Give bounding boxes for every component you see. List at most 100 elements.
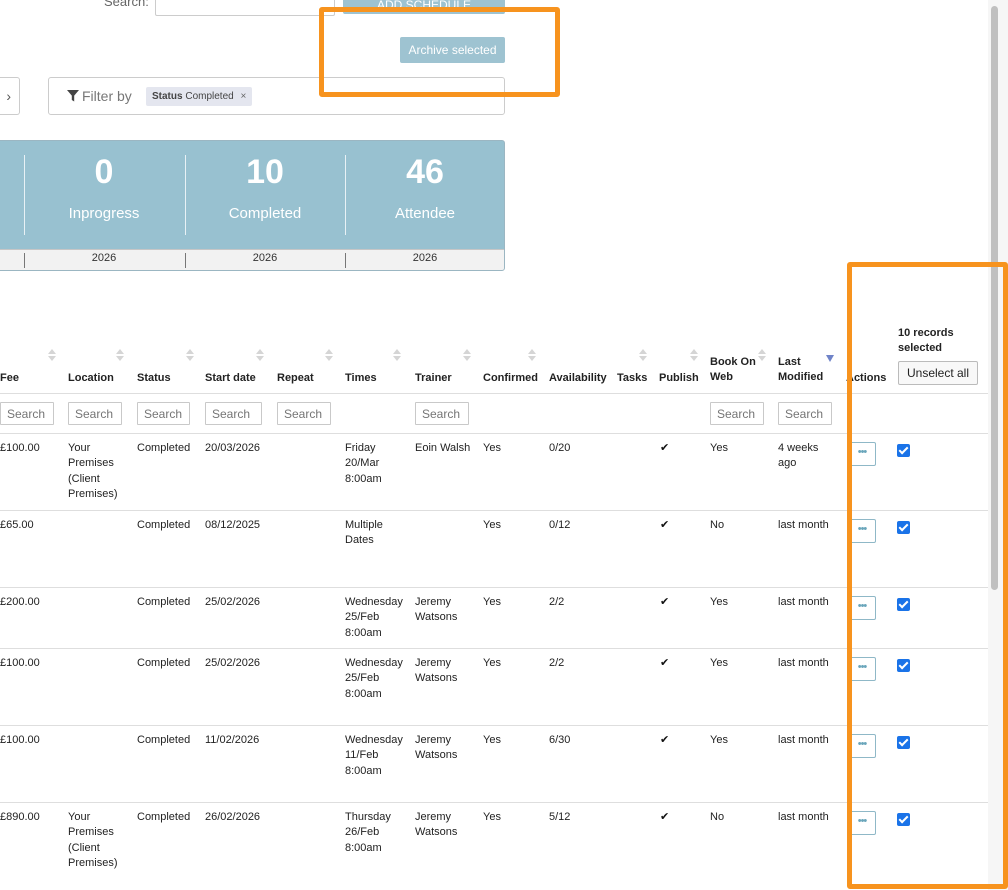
cell-last-modified: last month bbox=[778, 656, 829, 671]
row-divider bbox=[0, 587, 988, 588]
cell-line: Multiple bbox=[345, 519, 383, 531]
header-last-modified[interactable]: Last Modified bbox=[778, 355, 823, 385]
cell-book-on-web: Yes bbox=[710, 657, 728, 669]
sort-icon[interactable] bbox=[463, 349, 471, 363]
header-repeat[interactable]: Repeat bbox=[277, 371, 314, 386]
row-select-checkbox[interactable] bbox=[897, 521, 910, 534]
sort-icon[interactable] bbox=[116, 349, 124, 363]
row-actions-button[interactable]: ••• bbox=[848, 734, 876, 758]
header-status[interactable]: Status bbox=[137, 371, 171, 386]
cell-line: 8:00am bbox=[345, 472, 382, 485]
header-tasks[interactable]: Tasks bbox=[617, 371, 647, 386]
cell-line: 8:00am bbox=[345, 841, 382, 854]
search-status-input[interactable] bbox=[137, 402, 190, 425]
search-fee-input[interactable] bbox=[0, 402, 54, 425]
cell-status: Completed bbox=[137, 734, 191, 746]
cell-confirmed: Yes bbox=[483, 657, 501, 669]
sort-icon[interactable] bbox=[48, 349, 56, 363]
sort-icon[interactable] bbox=[528, 349, 536, 363]
cell-last-modified: 4 weeks ago bbox=[778, 441, 818, 472]
schedules-table: Fee Location Status Start date Repeat Ti… bbox=[0, 0, 988, 890]
cell-line: Premises bbox=[68, 457, 114, 470]
cell-line: 26/Feb bbox=[345, 826, 380, 839]
publish-check-icon: ✔ bbox=[660, 519, 670, 531]
cell-line: 25/Feb bbox=[345, 672, 380, 685]
row-divider bbox=[0, 725, 988, 726]
cell-line: last month bbox=[778, 596, 829, 608]
row-actions-button[interactable]: ••• bbox=[848, 442, 876, 466]
sort-icon[interactable] bbox=[393, 349, 401, 363]
header-start-date[interactable]: Start date bbox=[205, 371, 256, 386]
sort-icon[interactable] bbox=[690, 349, 698, 363]
cell-times: Wednesday 25/Feb 8:00am bbox=[345, 656, 403, 702]
cell-book-on-web: No bbox=[710, 811, 725, 823]
sort-icon[interactable] bbox=[186, 349, 194, 363]
cell-line: Premises) bbox=[68, 488, 118, 501]
sort-icon[interactable] bbox=[639, 349, 647, 363]
search-repeat-input[interactable] bbox=[277, 402, 331, 425]
header-fee[interactable]: Fee bbox=[0, 371, 19, 386]
cell-fee: £100.00 bbox=[0, 657, 40, 669]
row-select-checkbox[interactable] bbox=[897, 659, 910, 672]
row-actions-button[interactable]: ••• bbox=[848, 596, 876, 620]
cell-availability: 0/12 bbox=[549, 519, 571, 531]
header-times[interactable]: Times bbox=[345, 371, 377, 386]
selection-count-line1: 10 records bbox=[898, 327, 954, 339]
cell-start-date: 25/02/2026 bbox=[205, 657, 261, 669]
scrollbar-thumb[interactable] bbox=[991, 6, 998, 590]
cell-line: last month bbox=[778, 734, 829, 746]
publish-check-icon: ✔ bbox=[660, 734, 670, 746]
cell-trainer: Eoin Walsh bbox=[415, 441, 470, 456]
row-actions-button[interactable]: ••• bbox=[848, 811, 876, 835]
search-last-modified-input[interactable] bbox=[778, 402, 832, 425]
cell-line: 8:00am bbox=[345, 764, 382, 777]
cell-line: Watsons bbox=[415, 672, 458, 685]
cell-line: Watsons bbox=[415, 611, 458, 624]
row-select-checkbox[interactable] bbox=[897, 736, 910, 749]
header-book-on-web[interactable]: Book On Web bbox=[710, 355, 756, 385]
cell-line: ago bbox=[778, 457, 797, 470]
row-select-checkbox[interactable] bbox=[897, 444, 910, 457]
cell-line: Dates bbox=[345, 534, 374, 547]
sort-icon[interactable] bbox=[758, 349, 766, 363]
header-confirmed[interactable]: Confirmed bbox=[483, 371, 538, 386]
row-actions-button[interactable]: ••• bbox=[848, 519, 876, 543]
cell-line: Watsons bbox=[415, 749, 458, 762]
header-actions: Actions bbox=[846, 372, 887, 384]
cell-line: last month bbox=[778, 811, 829, 823]
row-divider bbox=[0, 802, 988, 803]
header-availability[interactable]: Availability bbox=[549, 371, 607, 386]
cell-line: Jeremy bbox=[415, 734, 452, 746]
row-select-checkbox[interactable] bbox=[897, 813, 910, 826]
search-start-date-input[interactable] bbox=[205, 402, 262, 425]
sort-desc-icon[interactable] bbox=[826, 352, 834, 366]
header-publish[interactable]: Publish bbox=[659, 371, 699, 386]
header-location[interactable]: Location bbox=[68, 371, 114, 386]
unselect-all-button[interactable]: Unselect all bbox=[898, 361, 978, 385]
cell-times: Thursday 26/Feb 8:00am bbox=[345, 810, 391, 856]
cell-fee: £890.00 bbox=[0, 811, 40, 823]
cell-line: (Client bbox=[68, 841, 100, 854]
row-actions-button[interactable]: ••• bbox=[848, 657, 876, 681]
cell-start-date: 11/02/2026 bbox=[205, 734, 260, 746]
publish-check-icon: ✔ bbox=[660, 442, 670, 454]
row-divider bbox=[0, 648, 988, 649]
search-trainer-input[interactable] bbox=[415, 402, 469, 425]
cell-times: Multiple Dates bbox=[345, 518, 383, 549]
cell-fee: £200.00 bbox=[0, 596, 40, 608]
search-book-on-web-input[interactable] bbox=[710, 402, 764, 425]
row-select-checkbox[interactable] bbox=[897, 598, 910, 611]
cell-line: last month bbox=[778, 657, 829, 669]
header-trainer[interactable]: Trainer bbox=[415, 371, 452, 386]
cell-line: 11/Feb bbox=[345, 749, 379, 762]
cell-book-on-web: Yes bbox=[710, 734, 728, 746]
cell-start-date: 20/03/2026 bbox=[205, 442, 261, 454]
cell-status: Completed bbox=[137, 811, 191, 823]
header-book-on-web-line1: Book On bbox=[710, 356, 756, 368]
search-location-input[interactable] bbox=[68, 402, 122, 425]
cell-line: 4 weeks bbox=[778, 442, 819, 454]
publish-check-icon: ✔ bbox=[660, 811, 670, 823]
sort-icon[interactable] bbox=[325, 349, 333, 363]
cell-status: Completed bbox=[137, 519, 191, 531]
sort-icon[interactable] bbox=[256, 349, 264, 363]
